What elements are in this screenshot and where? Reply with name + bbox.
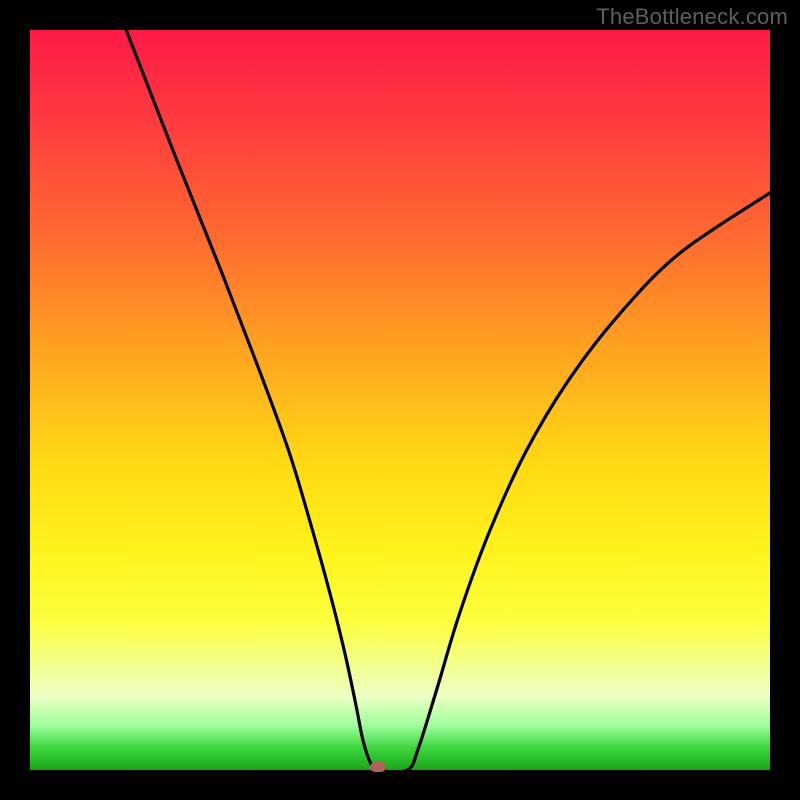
watermark-text: TheBottleneck.com (596, 4, 788, 30)
plot-area (30, 30, 770, 770)
curve-line (30, 30, 770, 770)
minimum-marker (370, 762, 386, 772)
chart-frame: TheBottleneck.com (0, 0, 800, 800)
